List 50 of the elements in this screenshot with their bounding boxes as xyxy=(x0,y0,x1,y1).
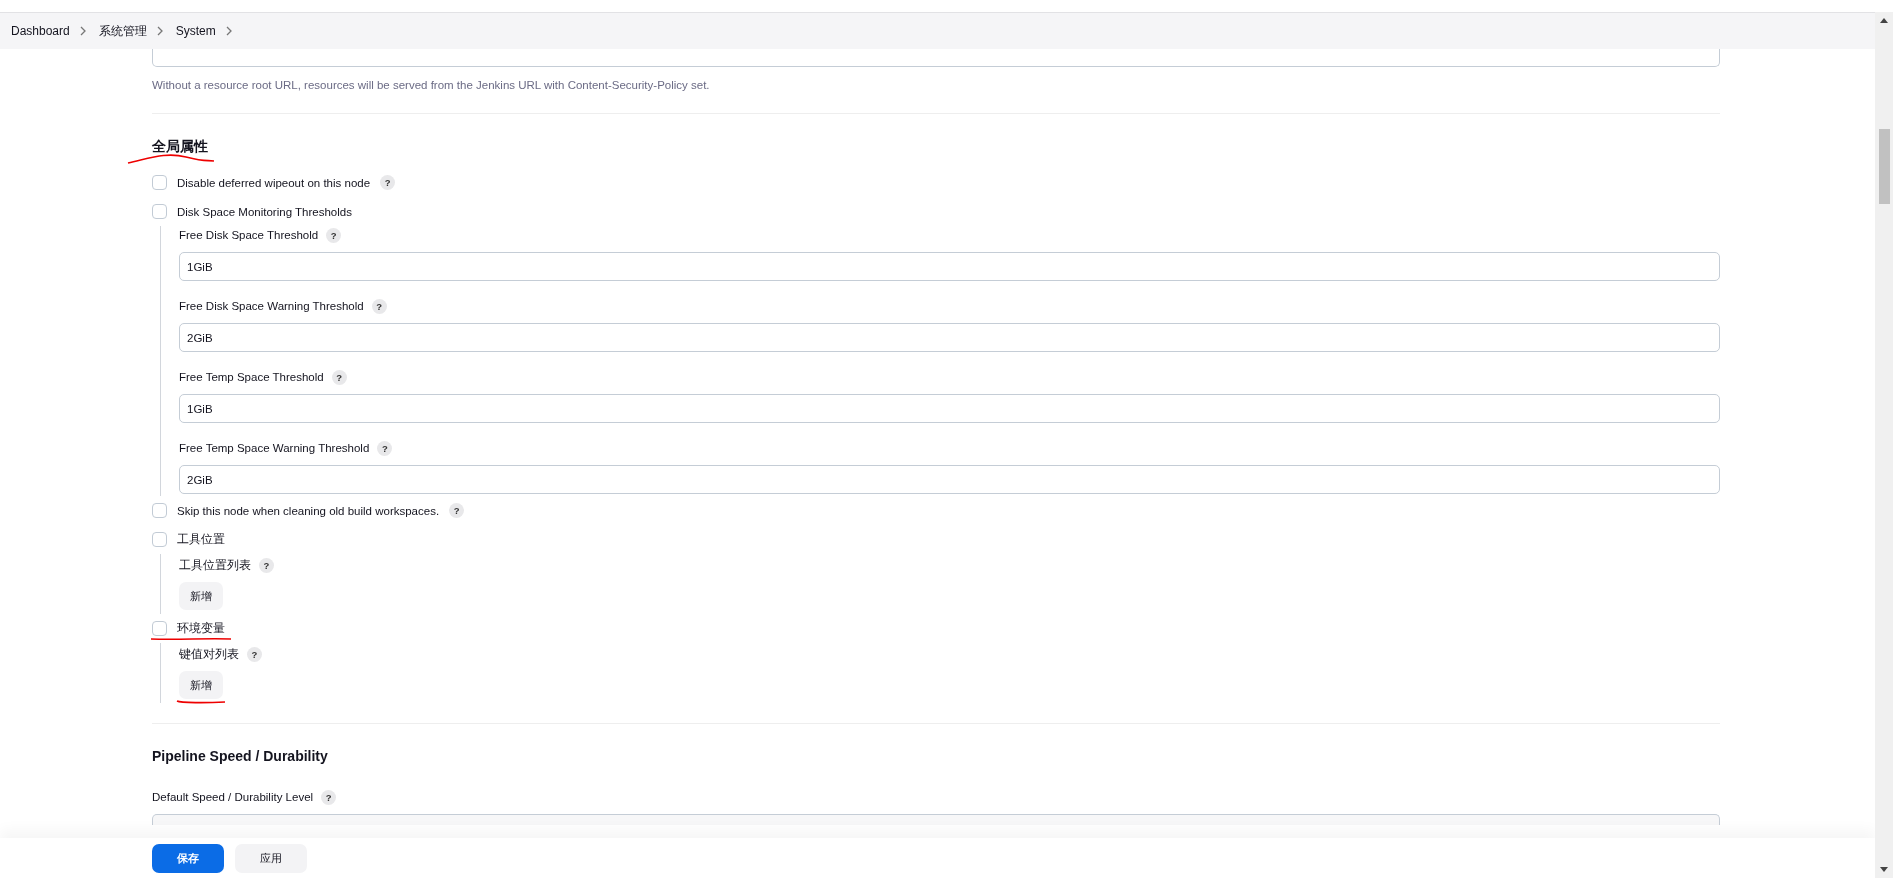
chevron-icon xyxy=(225,26,233,36)
checkbox[interactable] xyxy=(152,204,167,219)
field-label: 键值对列表 xyxy=(179,646,239,662)
checkbox-label: Disable deferred wipeout on this node xyxy=(177,176,371,189)
breadcrumb-link[interactable]: System xyxy=(175,24,216,38)
chevron-icon xyxy=(79,26,87,36)
input-field[interactable]: 2GiB xyxy=(179,323,1720,352)
checkbox-label: 工具位置 xyxy=(177,532,225,547)
checkbox[interactable] xyxy=(152,503,167,518)
breadcrumb-link[interactable]: 系统管理 xyxy=(98,22,147,40)
help-icon[interactable]: ? xyxy=(321,789,337,805)
section-title: Pipeline Speed / Durability xyxy=(152,748,329,764)
help-icon[interactable]: ? xyxy=(371,298,387,314)
help-icon[interactable]: ? xyxy=(247,646,262,662)
add-button[interactable]: 新增 xyxy=(179,582,223,610)
select-field[interactable] xyxy=(152,814,1720,825)
annotation-stroke xyxy=(176,699,226,705)
scrollbar[interactable] xyxy=(1875,12,1893,878)
save-button[interactable]: 保存 xyxy=(152,843,224,873)
scrollbar-thumb[interactable] xyxy=(1878,129,1890,204)
chevron-icon xyxy=(156,26,164,36)
breadcrumb-link[interactable]: Dashboard xyxy=(11,24,70,38)
field-label: Free Temp Space Warning Threshold xyxy=(179,442,370,454)
help-icon[interactable]: ? xyxy=(380,175,396,190)
checkbox-label: Skip this node when cleaning old build workspaces. xyxy=(177,504,440,517)
checkbox-label: Disk Space Monitoring Thresholds xyxy=(177,205,352,218)
input-field[interactable]: 1GiB xyxy=(179,252,1720,281)
field-label: 工具位置列表 xyxy=(179,557,251,573)
scroll-up-icon[interactable] xyxy=(1880,18,1888,23)
input-field[interactable]: 1GiB xyxy=(179,394,1720,423)
field-label: Default Speed / Durability Level xyxy=(152,791,314,803)
add-button[interactable]: 新增 xyxy=(179,671,223,699)
checkbox[interactable] xyxy=(152,621,167,636)
help-text: Without a resource root URL, resources will be served from the Jenkins URL with Content-Security-Policy set. xyxy=(152,79,711,91)
help-icon[interactable]: ? xyxy=(259,557,274,573)
input-field[interactable] xyxy=(152,49,1720,67)
field-label: Free Temp Space Threshold xyxy=(179,371,324,383)
scroll-down-icon[interactable] xyxy=(1880,867,1888,872)
help-icon[interactable]: ? xyxy=(331,369,347,385)
field-label: Free Disk Space Threshold xyxy=(179,229,319,241)
help-icon[interactable]: ? xyxy=(326,227,342,243)
field-label: Free Disk Space Warning Threshold xyxy=(179,300,364,312)
help-icon[interactable]: ? xyxy=(449,503,465,518)
input-field[interactable]: 2GiB xyxy=(179,465,1720,494)
checkbox[interactable] xyxy=(152,532,167,547)
checkbox-label: 环境变量 xyxy=(177,621,225,636)
checkbox[interactable] xyxy=(152,175,167,190)
help-icon[interactable]: ? xyxy=(377,440,393,456)
section-title: 全局属性 xyxy=(152,138,208,154)
apply-button[interactable]: 应用 xyxy=(235,843,307,873)
